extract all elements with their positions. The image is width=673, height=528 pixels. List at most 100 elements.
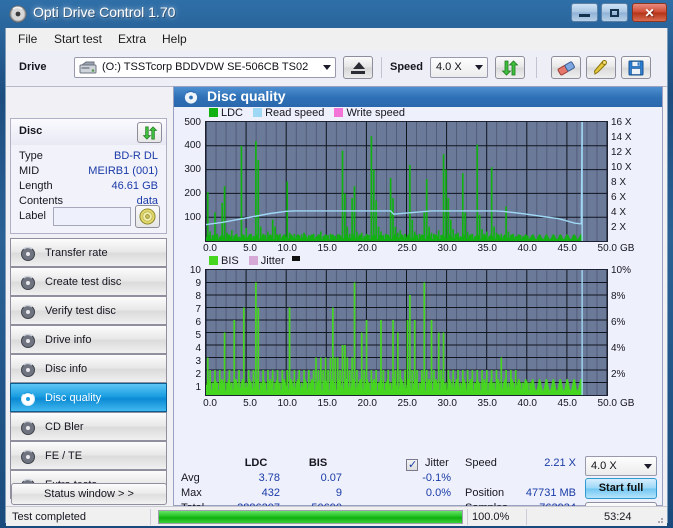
sidebar-item-transfer-rate[interactable]: Transfer rate	[10, 238, 167, 267]
ldc-xtick-10: 10.0	[277, 243, 297, 254]
disc-info-panel: Type BD-R DL MID MEIRB1 (001) Length 46.…	[10, 145, 167, 234]
maximize-button[interactable]	[601, 3, 628, 22]
ldc-ytick-100: 100	[184, 212, 201, 223]
sidebar-item-create-test-disc[interactable]: Create test disc	[10, 267, 167, 296]
sidebar-item-fe-te[interactable]: FE / TE	[10, 441, 167, 470]
stats-avg-ldc: 3.78	[258, 472, 280, 484]
ldc-ytick-500: 500	[184, 117, 201, 128]
resize-grip[interactable]	[654, 514, 664, 524]
refresh-icon	[501, 60, 519, 76]
test-speed-select-value: 4.0 X	[591, 460, 617, 472]
status-window-button[interactable]: Status window > >	[11, 483, 167, 505]
sidebar-item-disc-quality[interactable]: Disc quality	[10, 383, 167, 412]
legend-swatch-write-speed	[334, 108, 344, 117]
app-disc-icon	[9, 5, 27, 23]
drive-icon	[79, 61, 97, 75]
bis-y2tick-2pct: 2%	[611, 369, 626, 380]
minimize-button[interactable]	[571, 3, 598, 22]
test-speed-select[interactable]: 4.0 X	[585, 456, 657, 476]
bis-y2tick-8pct: 8%	[611, 291, 626, 302]
stats-max-ldc: 432	[261, 487, 280, 499]
sidebar-item-label: Disc quality	[45, 392, 102, 404]
stats-max-bis: 9	[335, 487, 342, 499]
sidebar-item-drive-info[interactable]: Drive info	[10, 325, 167, 354]
main-panel: Disc quality LDC Read speed Write speed …	[173, 86, 663, 523]
ldc-y2tick-12x: 12 X	[611, 147, 632, 158]
sidebar-item-verify-test-disc[interactable]: Verify test disc	[10, 296, 167, 325]
save-icon	[628, 60, 644, 76]
legend-label-jitter: Jitter	[260, 255, 285, 267]
disc-refresh-button[interactable]	[137, 122, 162, 143]
eject-button[interactable]	[343, 56, 373, 79]
save-button[interactable]	[621, 56, 651, 79]
sidebar-item-disc-info[interactable]: Disc info	[10, 354, 167, 383]
sidebar-item-label: Verify test disc	[45, 305, 116, 317]
progress-bar-fill	[159, 511, 462, 523]
bis-xtick-0: 0.0	[203, 398, 217, 409]
disc-panel-title: Disc	[19, 125, 43, 137]
title-bar: Opti Drive Control 1.70 ✕	[0, 0, 673, 28]
sidebar-item-cd-bler[interactable]: CD Bler	[10, 412, 167, 441]
window-title: Opti Drive Control 1.70	[33, 4, 176, 20]
toolbar-divider	[381, 57, 382, 78]
legend-label-bis: BIS	[221, 255, 239, 267]
eraser-button[interactable]	[551, 56, 581, 79]
stats-col-ldc: LDC	[244, 457, 268, 469]
bis-y2tick-4pct: 4%	[611, 343, 626, 354]
chevron-down-icon	[475, 65, 483, 70]
disc-icon	[20, 362, 36, 378]
bis-xtick-25: 25.0	[397, 398, 417, 409]
disc-type-value: BD-R DL	[113, 150, 158, 162]
ldc-xtick-0: 0.0	[203, 243, 217, 254]
jitter-checkbox[interactable]: ✓	[406, 459, 418, 471]
bis-chart: BIS Jitter 10 9 8 7 6 5 4 3 2 1 10% 8% 6…	[174, 255, 662, 415]
disc-label-browse-button[interactable]	[135, 205, 160, 228]
speed-select[interactable]: 4.0 X	[430, 57, 488, 78]
bis-ytick-5: 5	[195, 330, 201, 341]
settings-button[interactable]	[586, 56, 616, 79]
eject-icon	[353, 62, 365, 69]
bis-ytick-7: 7	[195, 304, 201, 315]
ldc-xtick-5: 5.0	[243, 243, 257, 254]
ldc-xtick-35: 35.0	[477, 243, 497, 254]
menu-item-help[interactable]: Help	[156, 31, 193, 47]
minimize-icon	[572, 4, 597, 21]
legend-swatch-read-speed	[253, 108, 263, 117]
bis-xtick-40: 40.0	[517, 398, 537, 409]
ldc-ytick-400: 400	[184, 140, 201, 151]
close-button[interactable]: ✕	[632, 3, 667, 22]
ldc-ytick-200: 200	[184, 188, 201, 199]
disc-quality-header: Disc quality	[174, 87, 662, 107]
disc-length-label: Length	[19, 180, 53, 192]
start-full-button[interactable]: Start full	[585, 478, 657, 499]
speed-label: Speed	[390, 61, 424, 73]
menu-bar: File Start test Extra Help	[6, 28, 667, 51]
speed-stat-label: Speed	[465, 457, 497, 469]
bis-ytick-8: 8	[195, 291, 201, 302]
stats-row-avg: Avg	[181, 472, 200, 484]
bis-ytick-4: 4	[195, 343, 201, 354]
legend-swatch-extra	[291, 256, 300, 261]
status-text: Test completed	[12, 511, 86, 523]
disc-type-label: Type	[19, 150, 43, 162]
disc-icon	[20, 304, 36, 320]
refresh-button[interactable]	[495, 56, 525, 79]
disc-length-value: 46.61 GB	[111, 180, 158, 192]
chevron-down-icon	[644, 464, 652, 469]
position-stat-value: 47731 MB	[525, 487, 576, 499]
sidebar-item-label: Drive info	[45, 334, 92, 346]
bis-y2tick-6pct: 6%	[611, 317, 626, 328]
toolbar: Drive (O:) TSSTcorp BDDVDW SE-506CB TS02	[6, 50, 667, 87]
disc-label-input[interactable]	[53, 207, 131, 226]
menu-item-file[interactable]: File	[12, 31, 43, 47]
menu-item-start-test[interactable]: Start test	[48, 31, 108, 47]
ldc-xtick-50: 50.0	[597, 243, 617, 254]
ldc-xtick-45: 45.0	[557, 243, 577, 254]
progress-percent: 100.0%	[472, 511, 510, 523]
ldc-y2tick-8x: 8 X	[611, 177, 627, 188]
ldc-chart-legend: LDC Read speed Write speed	[209, 107, 405, 119]
refresh-icon	[142, 126, 158, 140]
menu-item-extra[interactable]: Extra	[112, 31, 152, 47]
bis-ytick-9: 9	[195, 278, 201, 289]
drive-select[interactable]: (O:) TSSTcorp BDDVDW SE-506CB TS02	[74, 57, 336, 78]
